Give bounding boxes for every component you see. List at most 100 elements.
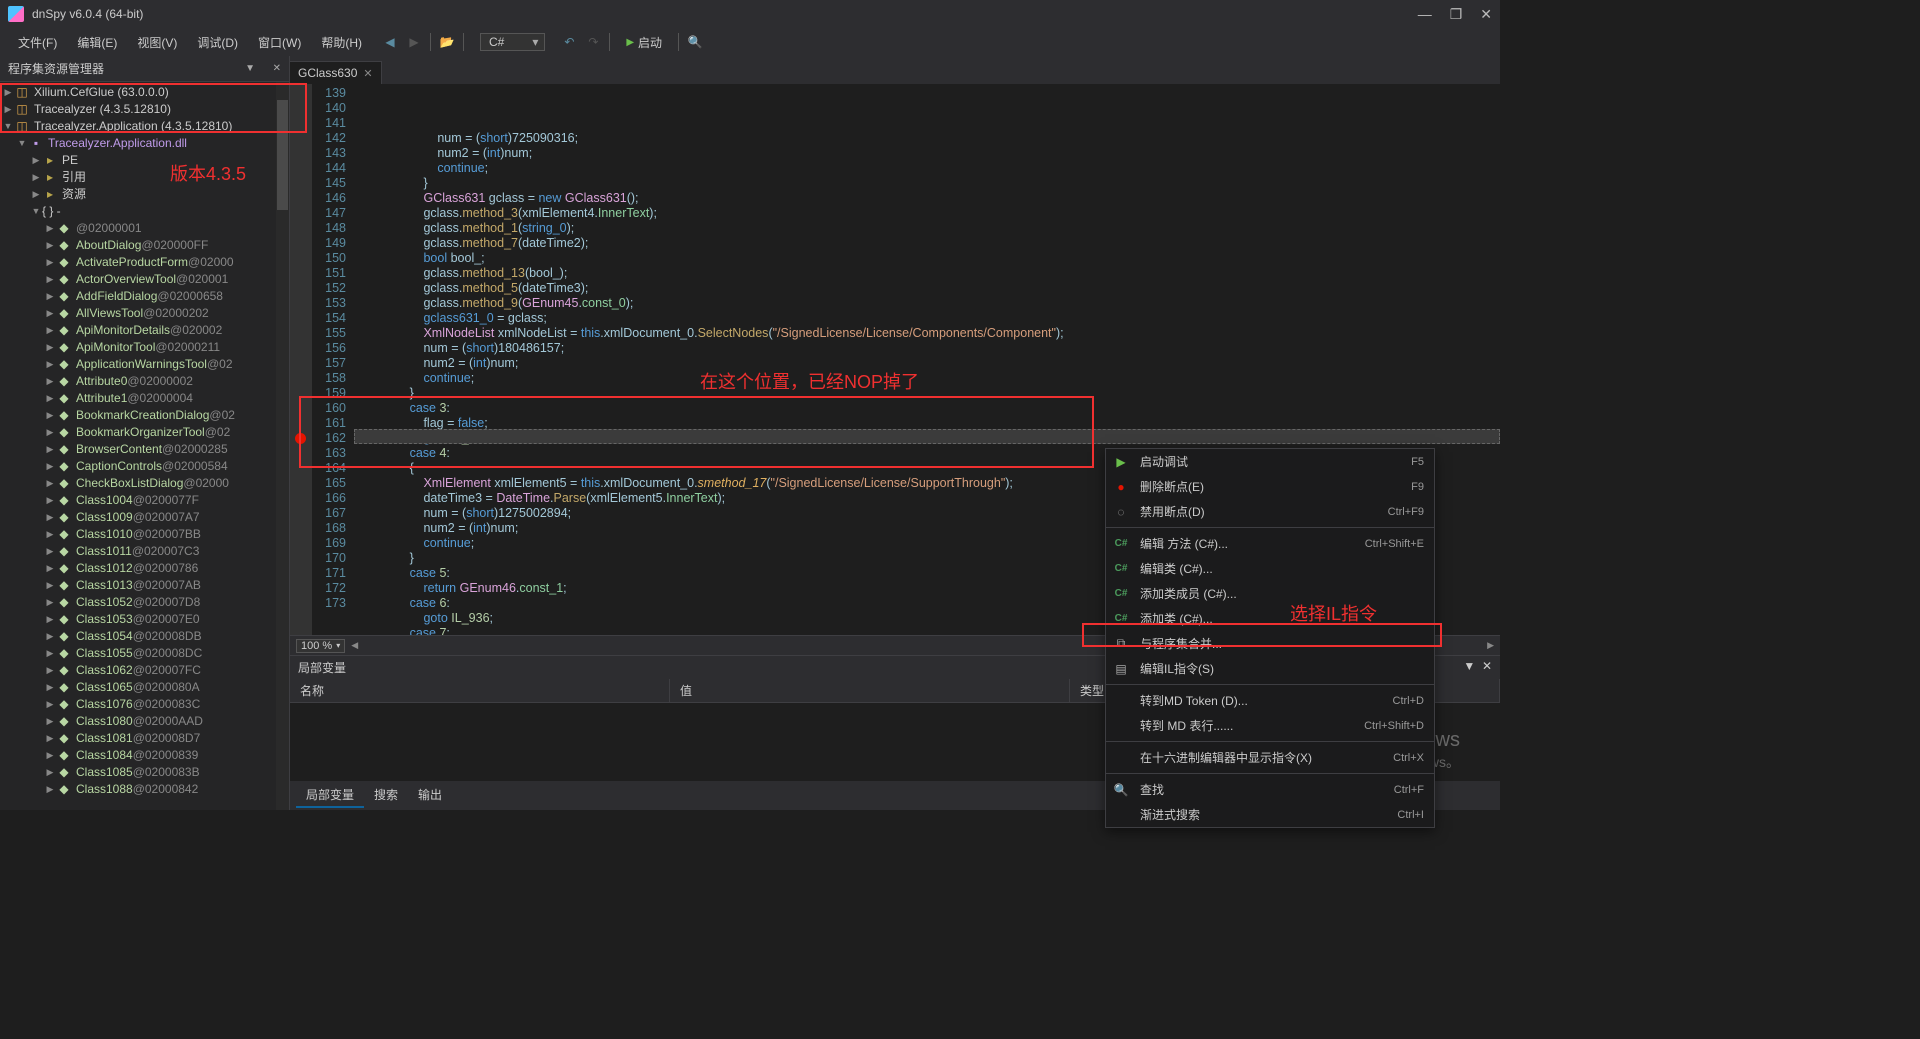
context-menu-item[interactable]: C#添加类 (C#)... [1106,606,1434,631]
menu-window[interactable]: 窗口(W) [248,30,311,55]
tree-node[interactable]: ▶◆Class1004 @0200077F [0,492,289,509]
tree-node[interactable]: ▶◆Class1085 @0200083B [0,764,289,781]
tree-node[interactable]: ▶◆ActorOverviewTool @020001 [0,271,289,288]
context-menu-item[interactable]: ◌禁用断点(D)Ctrl+F9 [1106,499,1434,524]
tree-node[interactable]: ▶◆Class1052 @020007D8 [0,594,289,611]
tree-scrollbar[interactable] [276,82,289,810]
context-menu-item[interactable]: 🔍查找Ctrl+F [1106,777,1434,802]
tab-search[interactable]: 搜索 [364,783,408,808]
undo-icon[interactable]: ↶ [561,34,577,50]
tree-node[interactable]: ▶◆Class1013 @020007AB [0,577,289,594]
tree-node[interactable]: ▶◆AddFieldDialog @02000658 [0,288,289,305]
context-menu-item[interactable]: 转到 MD 表行......Ctrl+Shift+D [1106,713,1434,738]
locals-title: 局部变量 [298,659,346,676]
tree-node[interactable]: ▶◆ @02000001 [0,220,289,237]
context-menu-item[interactable]: ●删除断点(E)F9 [1106,474,1434,499]
tree-node[interactable]: ▶◆BookmarkCreationDialog @02 [0,407,289,424]
context-menu-item[interactable]: ▶启动调试F5 [1106,449,1434,474]
tree-node[interactable]: ▶◆AboutDialog @020000FF [0,237,289,254]
tree-node[interactable]: ▶◆Class1012 @02000786 [0,560,289,577]
toolbar: ◀ ▶ 📂 C# ↶ ↷ ▶ 启动 🔍 [382,32,703,53]
menu-debug[interactable]: 调试(D) [187,30,248,55]
tree-node[interactable]: ▶◆Class1011 @020007C3 [0,543,289,560]
panel-dropdown-icon[interactable]: ▼ [245,63,255,74]
tree-node[interactable]: ▶◆Class1076 @0200083C [0,696,289,713]
tree-node[interactable]: ▶◆Class1054 @020008DB [0,628,289,645]
locals-dropdown-icon[interactable]: ▼ [1463,659,1475,673]
tree-node[interactable]: ▶◆Class1009 @020007A7 [0,509,289,526]
tab-gclass630[interactable]: GClass630 ✕ [290,61,382,84]
menu-file[interactable]: 文件(F) [8,30,67,55]
tree-node[interactable]: ▶◆AllViewsTool @02000202 [0,305,289,322]
close-button[interactable]: ✕ [1480,6,1492,23]
context-menu-item[interactable]: ⧉与程序集合并... [1106,631,1434,656]
window-title: dnSpy v6.0.4 (64-bit) [32,7,1418,21]
tree-node[interactable]: ▶◆Class1055 @020008DC [0,645,289,662]
tree-node[interactable]: ▶◆BrowserContent @02000285 [0,441,289,458]
context-menu-item[interactable]: C#编辑类 (C#)... [1106,556,1434,581]
zoom-selector[interactable]: 100 %▾ [296,639,345,653]
tree-node[interactable]: ▶◆ApplicationWarningsTool @02 [0,356,289,373]
tree-node[interactable]: ▶◆Class1080 @02000AAD [0,713,289,730]
tree-node[interactable]: ▶◆ApiMonitorDetails @020002 [0,322,289,339]
tree-node[interactable]: ▶◆BookmarkOrganizerTool @02 [0,424,289,441]
tree-node[interactable]: ▶◆Class1084 @02000839 [0,747,289,764]
context-menu-item[interactable]: ▤编辑IL指令(S) [1106,656,1434,681]
context-menu-item[interactable]: C#添加类成员 (C#)... [1106,581,1434,606]
line-number-gutter: 1391401411421431441451461471481491501511… [312,84,354,635]
menu-edit[interactable]: 编辑(E) [67,30,127,55]
search-icon[interactable]: 🔍 [687,34,703,50]
minimize-button[interactable]: — [1418,6,1432,23]
tree-node[interactable]: ▶▸资源 [0,186,289,203]
window-title-bar: dnSpy v6.0.4 (64-bit) — ❐ ✕ [0,0,1500,28]
menu-help[interactable]: 帮助(H) [311,30,372,55]
tree-node[interactable]: ▶◆Attribute1 @02000004 [0,390,289,407]
tree-node[interactable]: ▶◆ActivateProductForm @02000 [0,254,289,271]
breakpoint-margin[interactable] [290,84,312,635]
assembly-explorer-panel: 程序集资源管理器 ▼ ✕ ▶◫Xilium.CefGlue (63.0.0.0)… [0,56,290,810]
window-controls: — ❐ ✕ [1418,6,1492,23]
tree-node[interactable]: ▼◫Tracealyzer.Application (4.3.5.12810) [0,118,289,135]
tab-locals[interactable]: 局部变量 [296,783,364,808]
context-menu-item[interactable]: 渐进式搜索Ctrl+I [1106,802,1434,827]
tab-output[interactable]: 输出 [408,783,452,808]
open-file-icon[interactable]: 📂 [439,34,455,50]
locals-close-icon[interactable]: ✕ [1482,659,1492,673]
tree-node[interactable]: ▶◆Class1088 @02000842 [0,781,289,798]
app-logo-icon [8,6,24,22]
tree-node[interactable]: ▶◆Attribute0 @02000002 [0,373,289,390]
breakpoint-icon[interactable] [295,433,306,444]
tree-node[interactable]: ▶▸PE [0,152,289,169]
context-menu-item[interactable]: 在十六进制编辑器中显示指令(X)Ctrl+X [1106,745,1434,770]
menu-bar: 文件(F) 编辑(E) 视图(V) 调试(D) 窗口(W) 帮助(H) ◀ ▶ … [0,28,1500,56]
tree-node[interactable]: ▼▪Tracealyzer.Application.dll [0,135,289,152]
tree-node[interactable]: ▶◆Class1065 @0200080A [0,679,289,696]
nav-back-icon[interactable]: ◀ [382,34,398,50]
context-menu[interactable]: ▶启动调试F5●删除断点(E)F9◌禁用断点(D)Ctrl+F9 C#编辑 方法 … [1105,448,1435,828]
tree-node[interactable]: ▶◫Tracealyzer (4.3.5.12810) [0,101,289,118]
redo-icon[interactable]: ↷ [585,34,601,50]
tree-node[interactable]: ▶▸引用 [0,169,289,186]
context-menu-item[interactable]: C#编辑 方法 (C#)...Ctrl+Shift+E [1106,531,1434,556]
tree-node[interactable]: ▶◆Class1010 @020007BB [0,526,289,543]
tree-node[interactable]: ▼{ } - [0,203,289,220]
menu-view[interactable]: 视图(V) [127,30,187,55]
tree-node[interactable]: ▶◫Xilium.CefGlue (63.0.0.0) [0,84,289,101]
tree-node[interactable]: ▶◆Class1062 @020007FC [0,662,289,679]
tab-close-icon[interactable]: ✕ [363,67,372,80]
tree-node[interactable]: ▶◆CheckBoxListDialog @02000 [0,475,289,492]
tree-node[interactable]: ▶◆ApiMonitorTool @02000211 [0,339,289,356]
col-name[interactable]: 名称 [290,679,670,702]
col-value[interactable]: 值 [670,679,1070,702]
tree-node[interactable]: ▶◆Class1081 @020008D7 [0,730,289,747]
nav-forward-icon[interactable]: ▶ [406,34,422,50]
tree-node[interactable]: ▶◆CaptionControls @02000584 [0,458,289,475]
context-menu-item[interactable]: 转到MD Token (D)...Ctrl+D [1106,688,1434,713]
panel-close-icon[interactable]: ✕ [273,63,281,74]
language-selector[interactable]: C# [480,33,545,51]
start-debug-button[interactable]: ▶ 启动 [618,32,670,53]
maximize-button[interactable]: ❐ [1450,6,1463,23]
tree-node[interactable]: ▶◆Class1053 @020007E0 [0,611,289,628]
assembly-tree[interactable]: ▶◫Xilium.CefGlue (63.0.0.0)▶◫Tracealyzer… [0,82,289,810]
play-icon: ▶ [626,37,634,48]
